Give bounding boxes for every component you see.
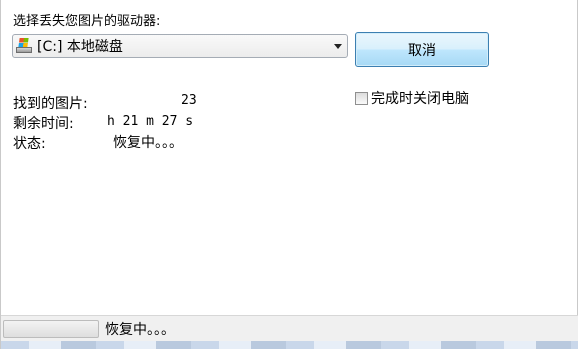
found-images-label: 找到的图片: xyxy=(13,96,88,112)
chevron-down-icon[interactable] xyxy=(334,44,342,49)
drive-prompt-label: 选择丢失您图片的驱动器: xyxy=(13,14,161,29)
recovery-window: 选择丢失您图片的驱动器: [C:] 本地磁盘 取消 完成时关闭电脑 找到的图片:… xyxy=(0,0,578,349)
cancel-button[interactable]: 取消 xyxy=(355,32,489,67)
remaining-time-value: h 21 m 27 s xyxy=(107,114,194,129)
windows-drive-icon xyxy=(16,38,32,54)
remaining-time-label: 剩余时间: xyxy=(13,116,74,132)
status-value: 恢复中。。。 xyxy=(113,135,183,151)
progress-bar xyxy=(3,320,99,338)
status-bar: 恢复中。。。 xyxy=(1,315,578,341)
taskbar-strip xyxy=(1,341,578,349)
drive-select-value: [C:] 本地磁盘 xyxy=(37,39,123,55)
shutdown-option[interactable]: 完成时关闭电脑 xyxy=(355,88,469,108)
shutdown-checkbox[interactable] xyxy=(355,91,368,105)
found-images-value: 23 xyxy=(181,93,197,108)
status-bar-text: 恢复中。。。 xyxy=(105,322,175,338)
drive-select[interactable]: [C:] 本地磁盘 xyxy=(12,34,348,58)
shutdown-label: 完成时关闭电脑 xyxy=(371,91,469,107)
status-label: 状态: xyxy=(13,136,46,152)
